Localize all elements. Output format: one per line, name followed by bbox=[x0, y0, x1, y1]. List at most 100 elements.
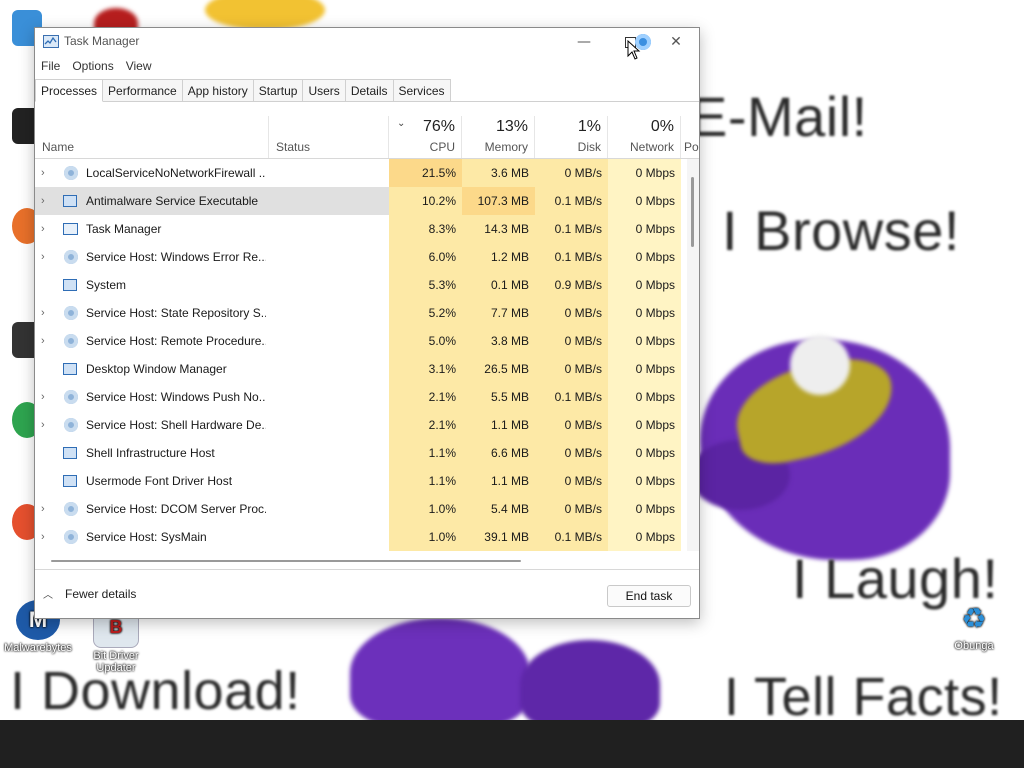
expand-chevron-icon[interactable]: › bbox=[41, 299, 53, 327]
memory-value: 26.5 MB bbox=[462, 355, 535, 383]
tab-bar: Processes Performance App history Startu… bbox=[35, 79, 699, 102]
memory-value: 7.7 MB bbox=[462, 299, 535, 327]
network-value: 0 Mbps bbox=[608, 243, 681, 271]
menu-file[interactable]: File bbox=[35, 56, 66, 78]
process-row[interactable]: › LocalServiceNoNetworkFirewall ... 21.5% 3… bbox=[35, 159, 687, 187]
memory-value: 5.4 MB bbox=[462, 495, 535, 523]
tab-details[interactable]: Details bbox=[344, 79, 394, 101]
column-label: Memory bbox=[484, 140, 528, 154]
cpu-value: 5.3% bbox=[389, 271, 462, 299]
taskbar bbox=[0, 720, 1024, 768]
desktop-icon-recycle-bin[interactable]: ♻ Obunga bbox=[936, 598, 1012, 653]
process-name: LocalServiceNoNetworkFirewall ... bbox=[86, 166, 266, 180]
memory-value: 5.5 MB bbox=[462, 383, 535, 411]
column-header-cpu[interactable]: ⌄ 76% CPU bbox=[389, 116, 462, 158]
menu-options[interactable]: Options bbox=[66, 56, 119, 78]
wallpaper-creature-foot bbox=[520, 640, 660, 720]
process-name: Antimalware Service Executable bbox=[86, 194, 259, 208]
process-row[interactable]: › Service Host: Shell Hardware De... 2.1% 1… bbox=[35, 411, 687, 439]
cpu-total-percent: 76% bbox=[422, 118, 455, 135]
disk-value: 0 MB/s bbox=[535, 355, 608, 383]
network-value: 0 Mbps bbox=[608, 467, 681, 495]
process-row[interactable]: › Service Host: State Repository S... 5.2%… bbox=[35, 299, 687, 327]
process-row[interactable]: › Service Host: SysMain 1.0% 39.1 MB 0.1 MB/… bbox=[35, 523, 687, 551]
close-button[interactable]: ✕ bbox=[653, 28, 699, 56]
expand-chevron-icon[interactable]: › bbox=[41, 383, 53, 411]
end-task-button[interactable]: End task bbox=[607, 585, 691, 607]
disk-value: 0.1 MB/s bbox=[535, 243, 608, 271]
wallpaper-text: I Browse! bbox=[722, 199, 960, 262]
network-value: 0 Mbps bbox=[608, 411, 681, 439]
service-gear-icon bbox=[63, 389, 79, 405]
tab-app-history[interactable]: App history bbox=[181, 79, 254, 101]
wallpaper-decoration bbox=[205, 0, 325, 30]
expand-chevron-icon[interactable]: › bbox=[41, 159, 53, 187]
service-gear-icon bbox=[63, 417, 79, 433]
network-value: 0 Mbps bbox=[608, 439, 681, 467]
process-row[interactable]: Shell Infrastructure Host 1.1% 6.6 MB 0 MB/… bbox=[35, 439, 687, 467]
process-name: Shell Infrastructure Host bbox=[86, 446, 215, 460]
expand-chevron-icon[interactable]: › bbox=[41, 243, 53, 271]
disk-value: 0.9 MB/s bbox=[535, 271, 608, 299]
task-manager-icon bbox=[43, 35, 59, 48]
memory-value: 1.1 MB bbox=[462, 467, 535, 495]
process-name: Service Host: SysMain bbox=[86, 530, 207, 544]
process-row[interactable]: System 5.3% 0.1 MB 0.9 MB/s 0 Mbps bbox=[35, 271, 687, 299]
horizontal-scrollbar[interactable] bbox=[35, 554, 687, 566]
cpu-value: 5.0% bbox=[389, 327, 462, 355]
expand-chevron-icon[interactable]: › bbox=[41, 411, 53, 439]
network-value: 0 Mbps bbox=[608, 271, 681, 299]
expand-chevron-icon[interactable]: › bbox=[41, 215, 53, 243]
application-window-icon bbox=[63, 361, 79, 377]
disk-value: 0 MB/s bbox=[535, 159, 608, 187]
scrollbar-thumb[interactable] bbox=[691, 177, 694, 247]
column-header: Name Status ⌄ 76% CPU 13% Memory 1% Disk… bbox=[35, 116, 699, 159]
fewer-details-button[interactable]: ︿ Fewer details bbox=[43, 586, 136, 602]
expand-chevron-icon[interactable]: › bbox=[41, 327, 53, 355]
process-list: › LocalServiceNoNetworkFirewall ... 21.5% 3… bbox=[35, 159, 687, 551]
expand-chevron-icon[interactable]: › bbox=[41, 495, 53, 523]
wallpaper-text: I Download! bbox=[10, 661, 301, 720]
memory-value: 39.1 MB bbox=[462, 523, 535, 551]
column-header-name[interactable]: Name bbox=[35, 116, 269, 158]
column-header-network[interactable]: 0% Network bbox=[608, 116, 681, 158]
scrollbar-thumb[interactable] bbox=[51, 560, 521, 562]
memory-value: 3.8 MB bbox=[462, 327, 535, 355]
tab-startup[interactable]: Startup bbox=[252, 79, 304, 101]
process-row[interactable]: › Task Manager 8.3% 14.3 MB 0.1 MB/s 0 Mbps bbox=[35, 215, 687, 243]
disk-value: 0 MB/s bbox=[535, 411, 608, 439]
column-label: CPU bbox=[429, 140, 455, 154]
expand-chevron-icon[interactable]: › bbox=[41, 523, 53, 551]
process-row[interactable]: › Service Host: DCOM Server Proc... 1.0% 5.… bbox=[35, 495, 687, 523]
vertical-scrollbar[interactable] bbox=[687, 159, 699, 551]
process-row[interactable]: › Antimalware Service Executable 10.2% 107.… bbox=[35, 187, 687, 215]
expand-chevron-icon[interactable]: › bbox=[41, 187, 53, 215]
tab-performance[interactable]: Performance bbox=[102, 79, 183, 101]
title-bar[interactable]: Task Manager — ✕ bbox=[35, 28, 699, 60]
disk-value: 0 MB/s bbox=[535, 439, 608, 467]
disk-value: 0.1 MB/s bbox=[535, 383, 608, 411]
minimize-button[interactable]: — bbox=[561, 28, 607, 56]
process-name: Service Host: Windows Error Re... bbox=[86, 250, 266, 264]
process-row[interactable]: › Service Host: Windows Push No... 2.1% 5.5… bbox=[35, 383, 687, 411]
column-header-disk[interactable]: 1% Disk bbox=[535, 116, 608, 158]
column-header-memory[interactable]: 13% Memory bbox=[462, 116, 535, 158]
process-name: Service Host: DCOM Server Proc... bbox=[86, 502, 266, 516]
tab-users[interactable]: Users bbox=[302, 79, 346, 101]
menu-view[interactable]: View bbox=[120, 56, 158, 78]
process-row[interactable]: › Service Host: Remote Procedure... 5.0% 3.… bbox=[35, 327, 687, 355]
process-row[interactable]: Usermode Font Driver Host 1.1% 1.1 MB 0 MB/… bbox=[35, 467, 687, 495]
column-header-status[interactable]: Status bbox=[269, 116, 389, 158]
memory-value: 1.1 MB bbox=[462, 411, 535, 439]
process-row[interactable]: › Service Host: Windows Error Re... 6.0% 1.… bbox=[35, 243, 687, 271]
service-gear-icon bbox=[63, 501, 79, 517]
column-header-power[interactable]: Po bbox=[681, 116, 699, 158]
process-name: Service Host: Remote Procedure... bbox=[86, 334, 266, 348]
tab-services[interactable]: Services bbox=[392, 79, 451, 101]
tab-processes[interactable]: Processes bbox=[35, 79, 104, 102]
desktop-icon-label: Obunga bbox=[954, 640, 994, 652]
cpu-value: 21.5% bbox=[389, 159, 462, 187]
wallpaper-text: E-Mail! bbox=[690, 85, 868, 148]
process-row[interactable]: Desktop Window Manager 3.1% 26.5 MB 0 MB/s 0… bbox=[35, 355, 687, 383]
network-value: 0 Mbps bbox=[608, 383, 681, 411]
